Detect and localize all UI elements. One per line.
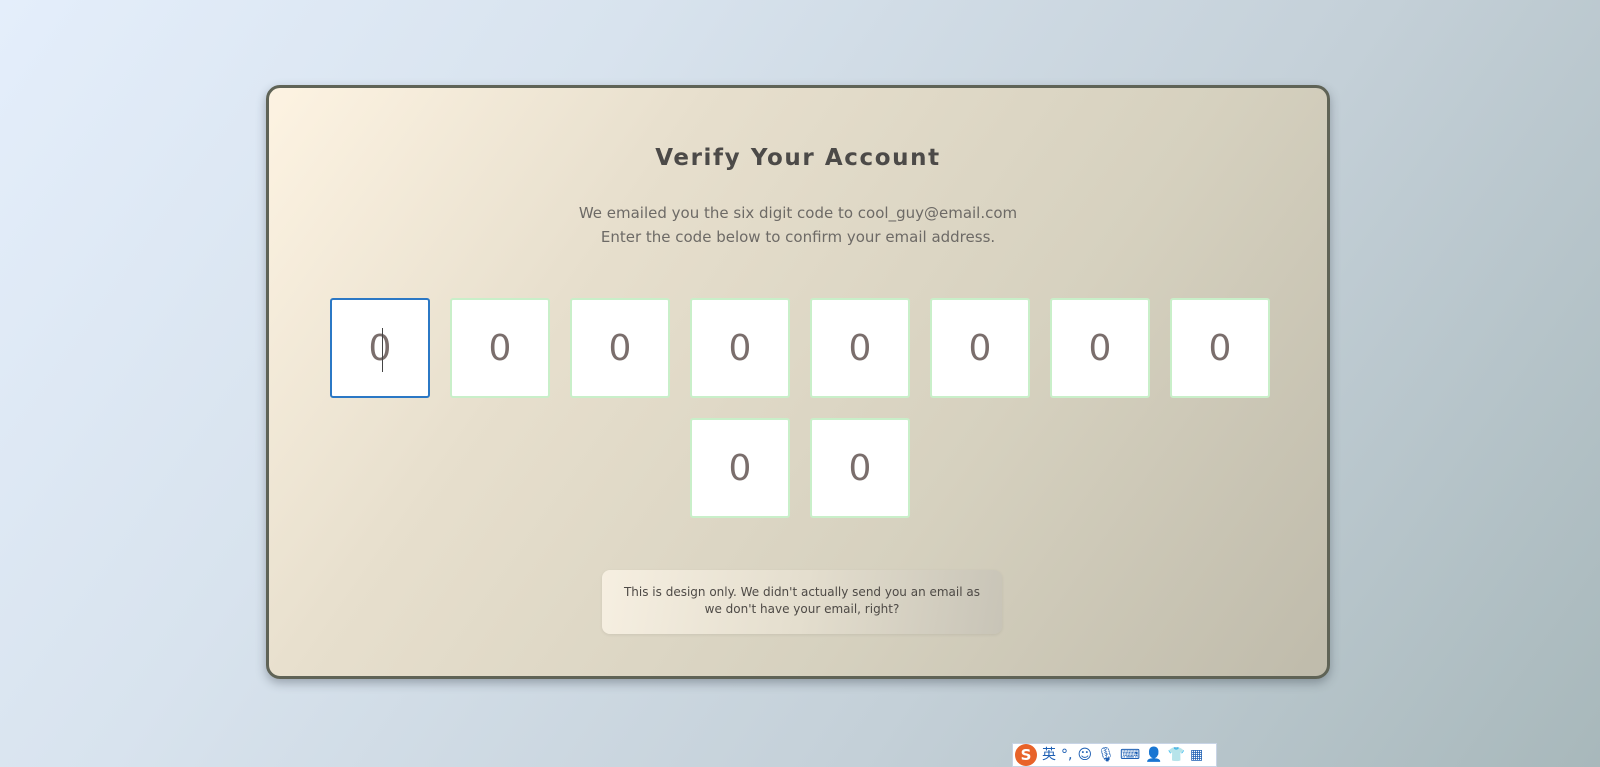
- code-digit-value: 0: [1088, 327, 1112, 369]
- code-digit-input[interactable]: 0: [810, 418, 910, 518]
- ime-logo-icon[interactable]: S: [1015, 744, 1037, 766]
- design-disclaimer-note: This is design only. We didn't actually …: [602, 570, 1002, 634]
- ime-toolbar: S 英 °, ☺ 🎙 ⌨ 👤 👕 ▦: [1012, 743, 1217, 767]
- skin-shirt-icon[interactable]: 👕: [1168, 745, 1185, 765]
- code-digit-value: 0: [1208, 327, 1232, 369]
- code-digit-input[interactable]: 0: [1170, 298, 1270, 398]
- punctuation-icon[interactable]: °,: [1061, 745, 1072, 765]
- code-digit-input[interactable]: 0: [570, 298, 670, 398]
- code-digit-value: 0: [848, 447, 872, 489]
- ime-language-toggle[interactable]: 英: [1042, 745, 1056, 765]
- code-digit-value: 0: [488, 327, 512, 369]
- page-title: Verify Your Account: [655, 145, 941, 171]
- code-digit-input[interactable]: 0: [450, 298, 550, 398]
- microphone-icon[interactable]: 🎙: [1097, 745, 1115, 765]
- subtitle-instructions: Enter the code below to confirm your ema…: [600, 228, 996, 246]
- code-digit-input[interactable]: 0: [690, 418, 790, 518]
- code-digit-input[interactable]: 0: [690, 298, 790, 398]
- keyboard-icon[interactable]: ⌨: [1120, 745, 1140, 765]
- code-digit-input[interactable]: 0: [1050, 298, 1150, 398]
- grid-menu-icon[interactable]: ▦: [1190, 745, 1203, 765]
- user-tools-icon[interactable]: 👤: [1145, 745, 1162, 765]
- code-digit-value: 0: [368, 327, 392, 369]
- code-digit-value: 0: [848, 327, 872, 369]
- code-input-group: 0 0 0 0 0 0 0 0 0 0: [330, 298, 1270, 518]
- text-caret: [382, 328, 383, 372]
- code-digit-input[interactable]: 0: [330, 298, 430, 398]
- verify-card: Verify Your Account We emailed you the s…: [266, 85, 1330, 679]
- code-digit-input[interactable]: 0: [930, 298, 1030, 398]
- emoji-icon[interactable]: ☺: [1077, 745, 1092, 765]
- code-digit-value: 0: [728, 327, 752, 369]
- code-digit-value: 0: [968, 327, 992, 369]
- code-digit-input[interactable]: 0: [810, 298, 910, 398]
- subtitle-email-sent: We emailed you the six digit code to coo…: [578, 204, 1018, 222]
- code-digit-value: 0: [728, 447, 752, 489]
- code-digit-value: 0: [608, 327, 632, 369]
